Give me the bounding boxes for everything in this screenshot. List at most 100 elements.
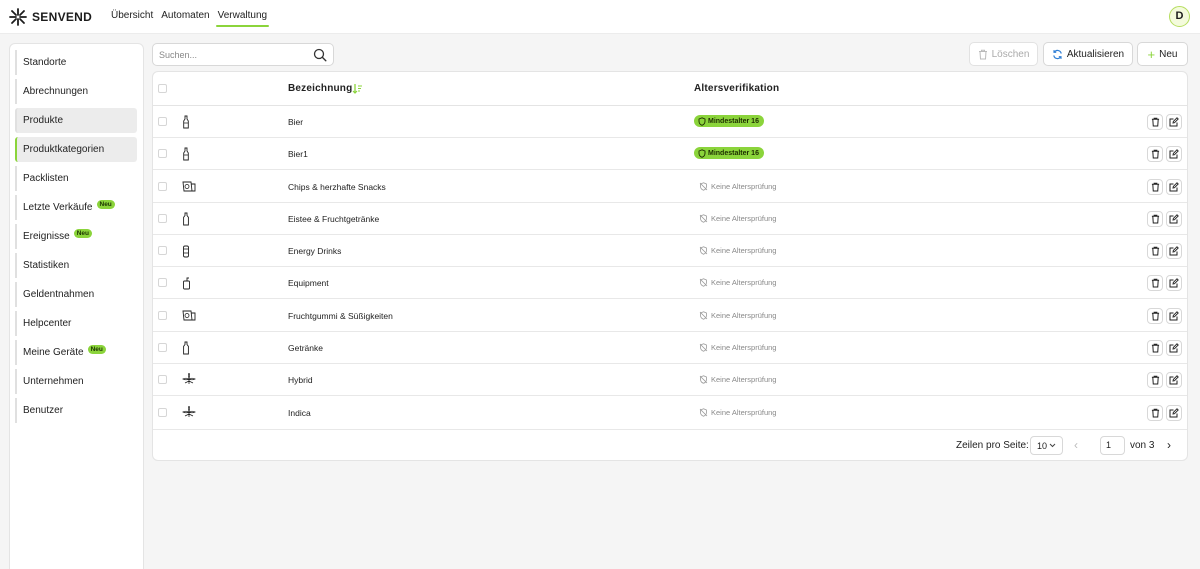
table-row[interactable]: Getränke Keine Altersprüfung — [153, 332, 1187, 364]
logo[interactable]: SENVEND — [8, 7, 92, 27]
edit-icon — [1169, 214, 1179, 224]
table-row[interactable]: Energy Drinks Keine Altersprüfung — [153, 235, 1187, 267]
edit-row-button[interactable] — [1166, 211, 1182, 227]
sidebar-item-statistiken[interactable]: Statistiken — [15, 253, 137, 278]
column-header-age[interactable]: Altersverifikation — [694, 83, 779, 94]
delete-row-button[interactable] — [1147, 340, 1163, 356]
shield-off-icon — [699, 181, 708, 191]
edit-row-button[interactable] — [1166, 114, 1182, 130]
sidebar-item-produkte[interactable]: Produkte — [15, 108, 137, 133]
shield-off-icon — [699, 408, 708, 417]
user-avatar[interactable]: D — [1169, 6, 1190, 27]
lighter-icon — [182, 276, 191, 293]
chevron-down-icon — [1049, 443, 1056, 448]
category-name: Bier1 — [288, 149, 308, 159]
category-name: Fruchtgummi & Süßigkeiten — [288, 310, 393, 321]
row-checkbox[interactable] — [158, 375, 167, 384]
row-checkbox[interactable] — [158, 214, 167, 223]
trash-icon — [978, 49, 987, 59]
edit-row-button[interactable] — [1166, 340, 1182, 356]
search-icon[interactable] — [313, 48, 327, 62]
sidebar-item-unternehmen[interactable]: Unternehmen — [15, 369, 137, 394]
table-header: Bezeichnung Altersverifikation — [153, 72, 1187, 106]
sidebar-item-label: Standorte — [23, 57, 67, 68]
row-checkbox[interactable] — [158, 149, 167, 158]
sidebar-item-standorte[interactable]: Standorte — [15, 50, 137, 75]
sort-icon[interactable] — [352, 83, 363, 94]
row-checkbox[interactable] — [158, 246, 167, 255]
trash-icon — [1151, 149, 1159, 159]
row-checkbox[interactable] — [158, 408, 167, 417]
next-page-icon[interactable]: › — [1167, 438, 1171, 452]
edit-row-button[interactable] — [1166, 307, 1182, 324]
search-input[interactable] — [159, 49, 309, 61]
table-row[interactable]: Equipment Keine Altersprüfung — [153, 267, 1187, 299]
sidebar-item-abrechnungen[interactable]: Abrechnungen — [15, 79, 137, 104]
edit-row-button[interactable] — [1166, 275, 1182, 291]
table-row[interactable]: Hybrid Keine Altersprüfung — [153, 364, 1187, 396]
delete-row-button[interactable] — [1147, 114, 1163, 130]
row-checkbox[interactable] — [158, 181, 167, 191]
category-name: Indica — [288, 408, 311, 418]
nav-verwaltung[interactable]: Verwaltung — [214, 0, 271, 34]
table-row[interactable]: Bier Mindestalter 16 — [153, 106, 1187, 138]
nav-uebersicht[interactable]: Übersicht — [107, 0, 157, 34]
trash-icon — [1151, 278, 1159, 288]
column-header-name[interactable]: Bezeichnung — [288, 83, 352, 94]
edit-row-button[interactable] — [1166, 178, 1182, 195]
sidebar-item-label: Ereignisse — [23, 231, 70, 242]
row-checkbox[interactable] — [158, 310, 167, 320]
new-badge: Neu — [96, 200, 115, 209]
beer-bottle-icon — [182, 115, 190, 132]
edit-row-button[interactable] — [1166, 146, 1182, 162]
rows-per-page-select[interactable]: 10 — [1030, 436, 1063, 455]
edit-row-button[interactable] — [1166, 372, 1182, 388]
select-all-checkbox[interactable] — [158, 84, 167, 93]
table-row[interactable]: Fruchtgummi & Süßigkeiten Keine Altersprü… — [153, 299, 1187, 332]
delete-row-button[interactable] — [1147, 372, 1163, 388]
page-input[interactable]: 1 — [1100, 436, 1125, 455]
delete-row-button[interactable] — [1147, 178, 1163, 195]
table-row[interactable]: Eistee & Fruchtgetränke Keine Altersprüfu… — [153, 203, 1187, 235]
edit-row-button[interactable] — [1166, 243, 1182, 259]
delete-row-button[interactable] — [1147, 146, 1163, 162]
sidebar-item-letzte-verkäufe[interactable]: Letzte Verkäufe Neu — [15, 195, 137, 220]
sidebar-item-geldentnahmen[interactable]: Geldentnahmen — [15, 282, 137, 307]
sidebar-item-helpcenter[interactable]: Helpcenter — [15, 311, 137, 336]
sidebar-item-label: Produkte — [23, 115, 64, 126]
sidebar-item-benutzer[interactable]: Benutzer — [15, 398, 137, 423]
shield-off-icon — [699, 375, 708, 384]
trash-icon — [1151, 117, 1159, 127]
delete-row-button[interactable] — [1147, 275, 1163, 291]
nav-automaten[interactable]: Automaten — [157, 0, 213, 34]
delete-label: Löschen — [991, 48, 1030, 60]
search-box — [152, 43, 334, 66]
delete-row-button[interactable] — [1147, 211, 1163, 227]
delete-row-button[interactable] — [1147, 405, 1163, 421]
sidebar-item-label: Unternehmen — [23, 376, 84, 387]
row-checkbox[interactable] — [158, 343, 167, 352]
refresh-button[interactable]: Aktualisieren — [1043, 42, 1133, 66]
sidebar-item-produktkategorien[interactable]: Produktkategorien — [15, 137, 137, 162]
can-icon — [182, 244, 190, 261]
sidebar-item-ereignisse[interactable]: Ereignisse Neu — [15, 224, 137, 249]
sidebar-item-packlisten[interactable]: Packlisten — [15, 166, 137, 191]
prev-page-icon[interactable]: ‹ — [1074, 438, 1078, 452]
edit-row-button[interactable] — [1166, 405, 1182, 421]
table-row[interactable]: Bier1 Mindestalter 16 — [153, 138, 1187, 170]
edit-icon — [1169, 408, 1179, 418]
table-row[interactable]: Indica Keine Altersprüfung — [153, 396, 1187, 430]
sidebar-item-meine-geräte[interactable]: Meine Geräte Neu — [15, 340, 137, 365]
bottle-icon — [182, 341, 190, 358]
new-button[interactable]: + Neu — [1137, 42, 1188, 66]
sidebar-item-label: Helpcenter — [23, 318, 72, 329]
delete-row-button[interactable] — [1147, 243, 1163, 259]
new-badge: Neu — [87, 345, 106, 354]
table-row[interactable]: Chips & herzhafte Snacks Keine Altersprüf… — [153, 170, 1187, 203]
delete-button[interactable]: Löschen — [969, 42, 1038, 66]
row-checkbox[interactable] — [158, 117, 167, 126]
row-checkbox[interactable] — [158, 278, 167, 287]
delete-row-button[interactable] — [1147, 307, 1163, 324]
trash-icon — [1151, 214, 1159, 224]
new-badge: Neu — [73, 229, 92, 238]
